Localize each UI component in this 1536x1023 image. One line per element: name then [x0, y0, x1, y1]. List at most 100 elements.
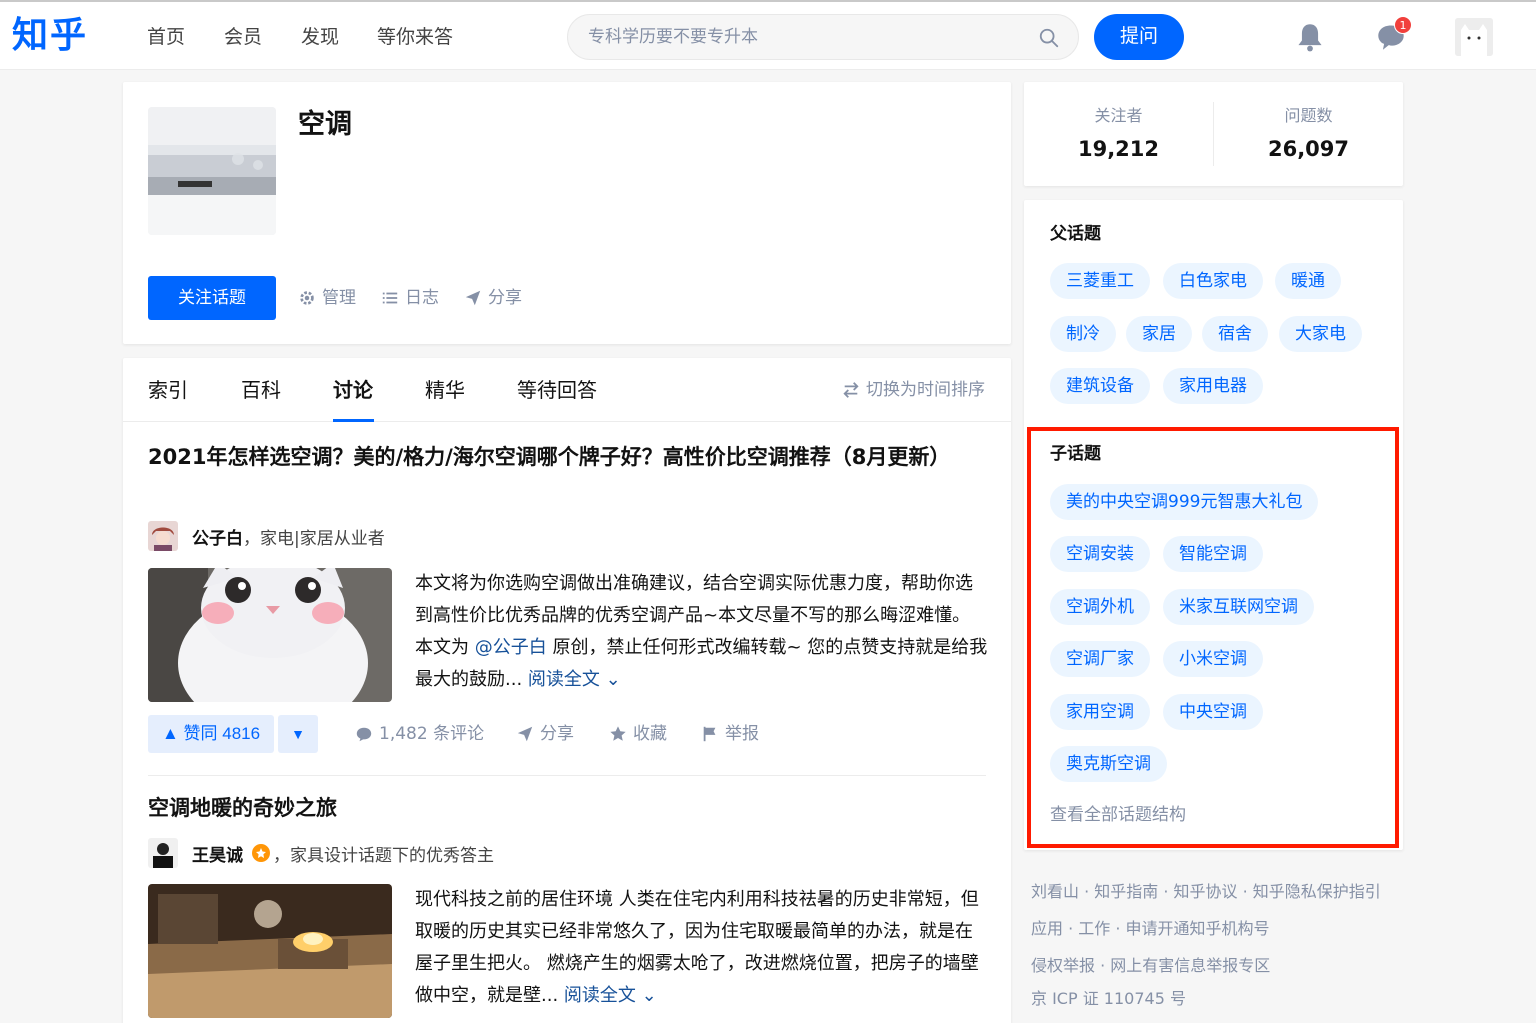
article-thumbnail[interactable] [148, 568, 392, 702]
child-topic-tag[interactable]: 家用空调 [1050, 694, 1150, 730]
bell-icon[interactable] [1296, 22, 1324, 52]
sort-label: 切换为时间排序 [866, 380, 985, 400]
child-topic-tag[interactable]: 奥克斯空调 [1050, 746, 1167, 782]
author-headline: ，家电|家居从业者 [243, 528, 385, 549]
comment-count: 1,482 条评论 [379, 724, 485, 744]
share-label: 分享 [488, 288, 522, 308]
zhihu-logo[interactable]: 知乎 [12, 14, 88, 58]
read-more-link-2[interactable]: 阅读全文 ⌄ [564, 985, 657, 1006]
followers-label: 关注者 [1094, 106, 1143, 125]
child-topic-tag[interactable]: 小米空调 [1163, 641, 1263, 677]
questions-stat[interactable]: 问题数 26,097 [1214, 104, 1403, 166]
share-topic-button[interactable]: 分享 [464, 286, 522, 310]
questions-label: 问题数 [1284, 106, 1333, 125]
parent-topic-tag[interactable]: 制冷 [1050, 316, 1116, 352]
nav-waiting[interactable]: 等你来答 [377, 24, 453, 50]
parent-topic-tag[interactable]: 建筑设备 [1050, 368, 1150, 404]
chevron-down-icon: ⌄ [641, 985, 657, 1006]
article-thumbnail-2[interactable] [148, 884, 392, 1018]
tab-wiki[interactable]: 百科 [241, 377, 281, 403]
paper-plane-icon [465, 290, 481, 306]
nav-home[interactable]: 首页 [147, 24, 185, 50]
view-all-topics-link[interactable]: 查看全部话题结构 [1050, 803, 1186, 827]
topic-image [148, 107, 276, 235]
paper-plane-icon [517, 726, 533, 742]
parent-topic-tag[interactable]: 家用电器 [1163, 368, 1263, 404]
author-info: 公子白 ，家电|家居从业者 [148, 521, 385, 551]
followers-stat[interactable]: 关注者 19,212 [1024, 104, 1213, 166]
tab-essence[interactable]: 精华 [425, 377, 465, 403]
article-title[interactable]: 2021年怎样选空调？美的/格力/海尔空调哪个牌子好？高性价比空调推荐（8月更新… [148, 439, 988, 475]
topic-structure-card: 父话题 三菱重工 白色家电 暖通 制冷 家居 宿舍 大家电 建筑设备 家用电器 … [1024, 200, 1403, 850]
parent-topic-tag[interactable]: 白色家电 [1163, 263, 1263, 299]
parent-topic-tag[interactable]: 宿舍 [1202, 316, 1268, 352]
footer-links-2[interactable]: 应用 · 工作 · 申请开通知乎机构号 [1031, 917, 1411, 941]
comment-button[interactable]: 1,482 条评论 [355, 722, 484, 746]
star-icon [610, 726, 626, 741]
tab-waiting-answers[interactable]: 等待回答 [517, 377, 597, 403]
triangle-down-icon: ▼ [291, 726, 306, 742]
tab-index[interactable]: 索引 [148, 377, 188, 403]
list-icon [382, 292, 398, 304]
collect-button[interactable]: 收藏 [609, 722, 667, 746]
share-label: 分享 [540, 724, 574, 744]
read-more-label: 阅读全文 [563, 985, 636, 1006]
vote-group: ▲ 赞同 4816 ▼ [148, 715, 319, 753]
parent-topic-tag[interactable]: 暖通 [1275, 263, 1341, 299]
topic-feed-card: 索引 百科 讨论 精华 等待回答 切换为时间排序 2021年怎样选空调？美的/格… [123, 358, 1011, 1023]
footer-links-3[interactable]: 侵权举报 · 网上有害信息举报专区 [1031, 954, 1411, 978]
child-topic-tag[interactable]: 空调外机 [1050, 589, 1150, 625]
app-header: 知乎 首页 会员 发现 等你来答 提问 1 [0, 2, 1536, 70]
upvote-button[interactable]: ▲ 赞同 4816 [148, 715, 275, 753]
manage-button[interactable]: 管理 [298, 286, 356, 310]
user-avatar[interactable] [1455, 18, 1493, 56]
child-topics-title: 子话题 [1050, 444, 1101, 464]
child-topic-tag[interactable]: 中央空调 [1163, 694, 1263, 730]
report-button[interactable]: 举报 [701, 722, 759, 746]
comment-icon [356, 727, 372, 742]
parent-topic-tag[interactable]: 大家电 [1279, 316, 1362, 352]
footer-links-1[interactable]: 刘看山 · 知乎指南 · 知乎协议 · 知乎隐私保护指引 [1031, 880, 1411, 904]
child-topic-tag[interactable]: 智能空调 [1163, 536, 1263, 572]
downvote-button[interactable]: ▼ [278, 715, 319, 753]
author-name[interactable]: 公子白 [192, 524, 243, 549]
parent-topic-tag[interactable]: 家居 [1126, 316, 1192, 352]
child-topic-tag[interactable]: 米家互联网空调 [1163, 589, 1314, 625]
article-excerpt[interactable]: 本文将为你选购空调做出准确建议，结合空调实际优惠力度，帮助你选到高性价比优秀品牌… [415, 568, 989, 696]
nav-discover[interactable]: 发现 [301, 24, 339, 50]
message-badge: 1 [1394, 16, 1412, 34]
follow-topic-button[interactable]: 关注话题 [148, 276, 276, 320]
nav-vip[interactable]: 会员 [224, 24, 262, 50]
read-more-link[interactable]: 阅读全文 ⌄ [528, 669, 621, 690]
child-topic-tag[interactable]: 空调安装 [1050, 536, 1150, 572]
questions-count: 26,097 [1267, 137, 1350, 161]
tab-discussion[interactable]: 讨论 [333, 377, 373, 403]
chevron-down-icon: ⌄ [605, 669, 621, 690]
verified-badge-icon [252, 844, 270, 862]
search-input[interactable] [588, 15, 1028, 59]
article-title-2[interactable]: 空调地暖的奇妙之旅 [148, 790, 988, 826]
article-excerpt-2[interactable]: 现代科技之前的居住环境 人类在住宅内利用科技祛暑的历史非常短，但取暖的历史其实已… [415, 884, 989, 1012]
mention-link[interactable]: @公子白 [475, 637, 547, 658]
search-icon[interactable] [1038, 27, 1060, 49]
author-headline-2: ，家具设计话题下的优秀答主 [273, 845, 494, 866]
collect-label: 收藏 [633, 724, 667, 744]
topic-title: 空调 [298, 109, 352, 140]
sort-toggle[interactable]: 切换为时间排序 [842, 378, 985, 402]
topic-header-card: 空调 关注话题 管理 日志 分享 [123, 82, 1011, 344]
log-button[interactable]: 日志 [381, 286, 439, 310]
footer-icp[interactable]: 京 ICP 证 110745 号 [1031, 987, 1411, 1011]
topic-tabs: 索引 百科 讨论 精华 等待回答 切换为时间排序 [123, 358, 1011, 422]
author-name-2[interactable]: 王昊诚 [192, 841, 243, 866]
author-avatar[interactable] [148, 521, 178, 551]
topic-stats-card: 关注者 19,212 问题数 26,097 [1024, 82, 1403, 186]
share-button[interactable]: 分享 [516, 722, 574, 746]
author-avatar-2[interactable] [148, 838, 178, 868]
parent-topic-tag[interactable]: 三菱重工 [1050, 263, 1150, 299]
child-topic-tag[interactable]: 空调厂家 [1050, 641, 1150, 677]
parent-topics-title: 父话题 [1050, 224, 1101, 244]
ask-button[interactable]: 提问 [1094, 14, 1184, 60]
manage-label: 管理 [322, 288, 356, 308]
followers-count: 19,212 [1077, 137, 1160, 161]
child-topic-tag[interactable]: 美的中央空调999元智惠大礼包 [1050, 484, 1319, 520]
